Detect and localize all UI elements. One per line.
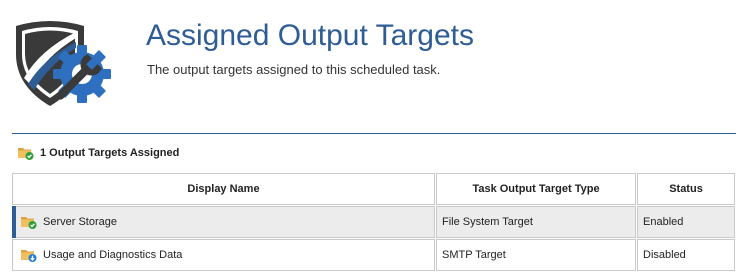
page-title: Assigned Output Targets xyxy=(146,19,474,52)
cell-display-name[interactable]: Usage and Diagnostics Data xyxy=(12,239,435,271)
column-header-target-type[interactable]: Task Output Target Type xyxy=(436,173,636,205)
cell-display-name[interactable]: Server Storage xyxy=(12,206,435,238)
folder-download-icon xyxy=(21,250,37,262)
page-subtitle: The output targets assigned to this sche… xyxy=(147,62,441,77)
cell-target-type: SMTP Target xyxy=(436,239,636,271)
section-title: 1 Output Targets Assigned xyxy=(40,147,180,159)
table-row[interactable]: Usage and Diagnostics Data SMTP Target D… xyxy=(12,239,735,271)
shield-gear-logo-icon xyxy=(16,21,111,106)
section-header: 1 Output Targets Assigned xyxy=(18,143,179,163)
cell-status: Disabled xyxy=(637,239,735,271)
table-header-row: Display Name Task Output Target Type Sta… xyxy=(12,173,735,205)
cell-status: Enabled xyxy=(637,206,735,238)
target-name: Server Storage xyxy=(43,216,117,228)
column-header-status[interactable]: Status xyxy=(637,173,735,205)
column-header-display-name[interactable]: Display Name xyxy=(12,173,435,205)
table-row[interactable]: Server Storage File System Target Enable… xyxy=(12,206,735,238)
cell-target-type: File System Target xyxy=(436,206,636,238)
section-divider xyxy=(12,133,736,134)
folder-check-icon xyxy=(21,217,37,229)
folder-check-icon xyxy=(18,148,34,160)
output-targets-table: Display Name Task Output Target Type Sta… xyxy=(12,173,735,272)
target-name: Usage and Diagnostics Data xyxy=(43,249,183,261)
page: Assigned Output Targets The output targe… xyxy=(0,0,745,279)
